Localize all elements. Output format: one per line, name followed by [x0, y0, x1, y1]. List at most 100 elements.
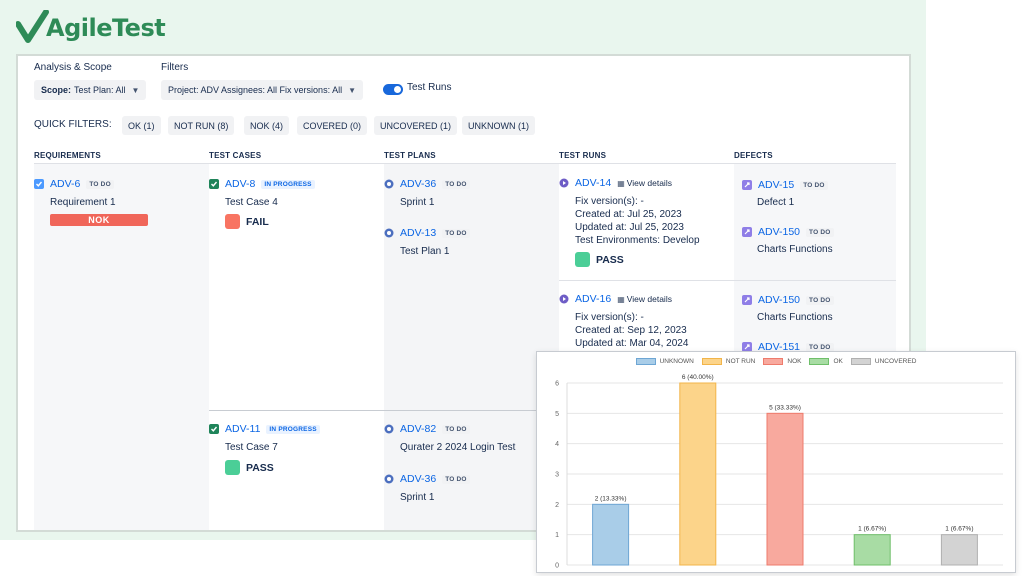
test-plan-icon	[384, 228, 394, 238]
quick-filters-label: QUICK FILTERS:	[34, 119, 112, 130]
view-details-link[interactable]: View details	[627, 294, 672, 304]
case-divider	[209, 410, 559, 411]
y-tick-label: 6	[555, 381, 559, 388]
requirement-key[interactable]: ADV-6	[50, 178, 80, 190]
pass-square-icon	[575, 252, 590, 267]
defect-key[interactable]: ADV-15	[758, 179, 794, 191]
defect-title: Defect 1	[757, 197, 795, 208]
filter-dropdown[interactable]: Project: ADV Assignees: All Fix versions…	[161, 80, 363, 100]
test-plan-badge: TO DO	[442, 424, 470, 434]
quick-filter-ok[interactable]: OK (1)	[122, 116, 161, 135]
page: AgileTest Analysis & Scope Filters Scope…	[0, 0, 1024, 576]
fail-square-icon	[225, 214, 240, 229]
view-details-link[interactable]: View details	[627, 178, 672, 188]
test-run-created: Created at: Jul 25, 2023	[575, 209, 682, 220]
test-run-environment: Test Environments: Develop	[575, 235, 700, 246]
defect-row[interactable]: ADV-150 TO DO	[742, 226, 834, 238]
defect-icon	[742, 295, 752, 305]
test-plan-badge: TO DO	[442, 474, 470, 484]
y-tick-label: 0	[555, 563, 559, 570]
defect-row[interactable]: ADV-15 TO DO	[742, 179, 828, 191]
test-plan-row[interactable]: ADV-36 TO DO	[384, 178, 470, 190]
quick-filter-unknown[interactable]: UNKNOWN (1)	[462, 116, 535, 135]
status-bar-chart: 0 1 2 3 4 5 6 2 (13.33%) 6 (40.00%) 5 (33.33%) 1 (…	[555, 374, 1003, 570]
test-case-row[interactable]: ADV-11 IN PROGRESS	[209, 423, 320, 435]
filters-label: Filters	[161, 62, 189, 73]
test-run-icon	[559, 178, 569, 188]
test-plan-row[interactable]: ADV-13 TO DO	[384, 227, 470, 239]
test-run-updated: Updated at: Jul 25, 2023	[575, 222, 684, 233]
requirement-status-bar: NOK	[50, 214, 148, 226]
column-header-defects: DEFECTS	[734, 151, 773, 160]
requirement-row[interactable]: ADV-6 TO DO	[34, 178, 114, 190]
test-case-key[interactable]: ADV-11	[225, 423, 260, 435]
data-label-uncovered: 1 (6.67%)	[945, 526, 973, 533]
column-header-requirements: REQUIREMENTS	[34, 151, 101, 160]
requirement-checkbox-icon	[34, 179, 44, 189]
test-plan-title: Sprint 1	[400, 492, 435, 503]
y-tick-label: 1	[555, 532, 559, 539]
defect-title: Charts Functions	[757, 244, 833, 255]
test-run-icon	[559, 294, 569, 304]
defect-key[interactable]: ADV-150	[758, 294, 800, 306]
test-plan-key[interactable]: ADV-13	[400, 227, 436, 239]
analysis-scope-label: Analysis & Scope	[34, 62, 112, 73]
test-plan-key[interactable]: ADV-82	[400, 423, 436, 435]
bar-ok	[853, 534, 891, 566]
scope-dropdown[interactable]: Scope: Test Plan: All ▼	[34, 80, 147, 100]
column-header-test-cases: TEST CASES	[209, 151, 262, 160]
test-run-fix-version: Fix version(s): -	[575, 312, 644, 323]
defect-icon	[742, 227, 752, 237]
defect-key[interactable]: ADV-150	[758, 226, 800, 238]
scope-prefix: Scope:	[41, 85, 72, 95]
test-case-badge: IN PROGRESS	[261, 179, 315, 189]
filter-value: Project: ADV Assignees: All Fix versions…	[168, 85, 343, 95]
test-run-key[interactable]: ADV-14	[575, 177, 611, 189]
test-case-status: FAIL	[225, 214, 269, 229]
y-tick-label: 3	[555, 472, 559, 479]
bar-uncovered	[940, 534, 978, 566]
test-run-status-label: PASS	[596, 253, 624, 266]
test-case-title: Test Case 4	[225, 197, 278, 208]
test-runs-toggle[interactable]	[383, 84, 403, 95]
test-run-status: PASS	[575, 252, 624, 267]
test-plan-icon	[384, 424, 394, 434]
run-divider	[559, 280, 896, 281]
quick-filter-uncovered[interactable]: UNCOVERED (1)	[374, 116, 458, 135]
test-case-key[interactable]: ADV-8	[225, 178, 255, 190]
test-case-icon	[209, 179, 219, 189]
status-chart-card: UNKNOWN NOT RUN NOK OK UNCOVERED 01234562 (1…	[536, 351, 1016, 573]
test-plan-key[interactable]: ADV-36	[400, 473, 436, 485]
data-label-nok: 5 (33.33%)	[769, 404, 801, 411]
y-tick-label: 5	[555, 411, 559, 418]
quick-filter-nok[interactable]: NOK (4)	[244, 116, 290, 135]
test-run-updated: Updated at: Mar 04, 2024	[575, 338, 689, 349]
scope-value: Test Plan: All	[74, 85, 126, 95]
test-case-badge: IN PROGRESS	[266, 424, 320, 434]
test-run-key[interactable]: ADV-16	[575, 293, 611, 305]
test-plan-badge: TO DO	[442, 179, 470, 189]
data-label-not-run: 6 (40.00%)	[682, 374, 714, 381]
quick-filter-not-run[interactable]: NOT RUN (8)	[168, 116, 235, 135]
defect-title: Charts Functions	[757, 312, 833, 323]
test-plan-row[interactable]: ADV-36 TO DO	[384, 473, 470, 485]
data-label-unknown: 2 (13.33%)	[595, 495, 627, 502]
test-run-created: Created at: Sep 12, 2023	[575, 325, 687, 336]
test-case-status-label: PASS	[246, 461, 274, 474]
logo: AgileTest	[16, 8, 166, 48]
test-case-row[interactable]: ADV-8 IN PROGRESS	[209, 178, 315, 190]
test-run-row[interactable]: ADV-16 ▦ View details	[559, 293, 672, 305]
y-tick-label: 4	[555, 441, 559, 448]
test-plan-key[interactable]: ADV-36	[400, 178, 436, 190]
chevron-down-icon: ▼	[348, 85, 356, 95]
quick-filter-covered[interactable]: COVERED (0)	[297, 116, 368, 135]
test-plan-row[interactable]: ADV-82 TO DO	[384, 423, 470, 435]
test-plan-title: Sprint 1	[400, 197, 435, 208]
defect-row[interactable]: ADV-150 TO DO	[742, 294, 834, 306]
defect-badge: TO DO	[800, 180, 828, 190]
test-case-icon	[209, 424, 219, 434]
test-plan-title: Qurater 2 2024 Login Test	[400, 442, 516, 453]
test-plan-icon	[384, 179, 394, 189]
test-plan-icon	[384, 474, 394, 484]
test-run-row[interactable]: ADV-14 ▦ View details	[559, 177, 672, 189]
